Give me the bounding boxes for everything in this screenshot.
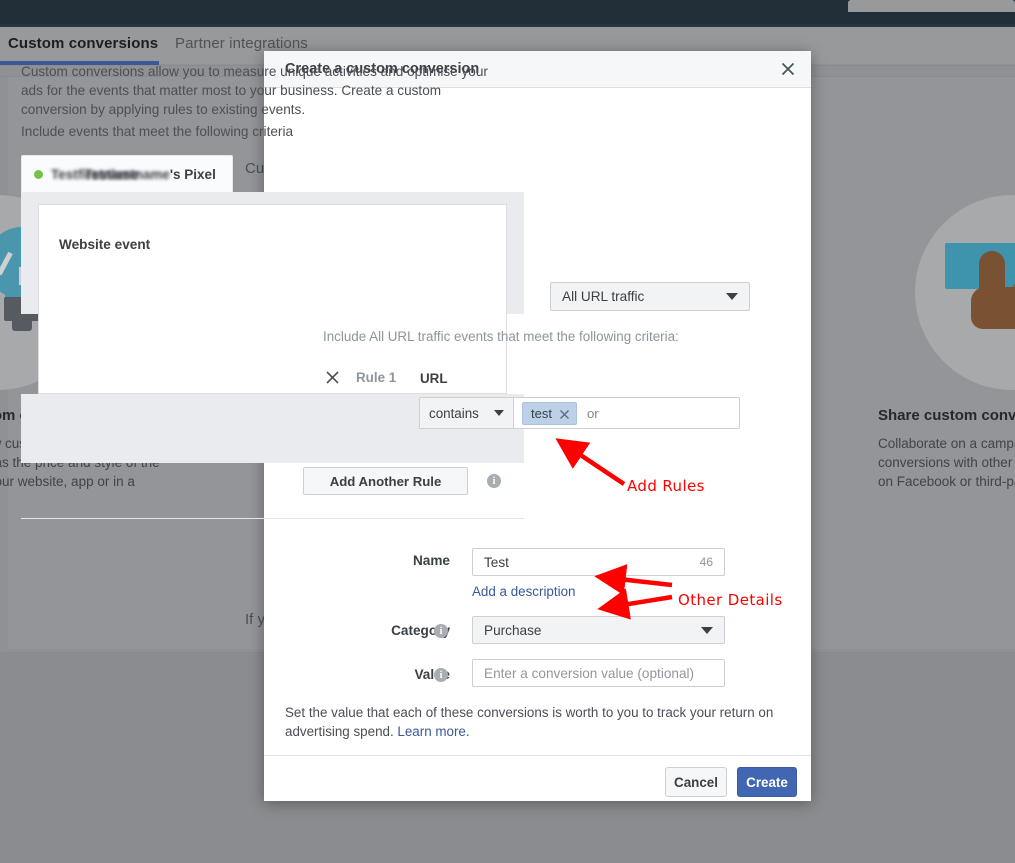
pixel-status-dot bbox=[34, 170, 43, 179]
name-char-counter: 46 bbox=[700, 555, 713, 569]
footer-divider bbox=[264, 755, 811, 756]
value-input-placeholder: Enter a conversion value (optional) bbox=[484, 666, 694, 681]
rule-values-input[interactable]: test or bbox=[514, 398, 739, 428]
rule-row: contains test or bbox=[419, 397, 740, 429]
value-help-text-body: Set the value that each of these convers… bbox=[285, 705, 773, 739]
name-input-value: Test bbox=[484, 555, 509, 570]
pixel-name-suffix: 's Pixel bbox=[170, 167, 216, 182]
cancel-button[interactable]: Cancel bbox=[665, 767, 727, 797]
close-icon[interactable] bbox=[778, 59, 798, 79]
pixel-tab-label: TestfirstnameTestlastname's Pixel bbox=[51, 167, 216, 182]
hand-finger bbox=[979, 251, 1005, 313]
info-icon[interactable]: i bbox=[434, 624, 448, 638]
event-card bbox=[38, 204, 507, 394]
rule-label: Rule 1 bbox=[356, 370, 396, 385]
lightbulb-tip bbox=[12, 319, 32, 331]
info-icon[interactable]: i bbox=[434, 668, 448, 682]
website-event-label: Website event bbox=[59, 237, 150, 252]
rule-field-label: URL bbox=[420, 371, 448, 386]
criteria-label: Include events that meet the following c… bbox=[21, 124, 293, 139]
promo-share bbox=[925, 215, 1015, 345]
website-event-select-value: All URL traffic bbox=[562, 289, 644, 304]
browser-top-bar bbox=[0, 0, 1015, 24]
category-field-label: Category bbox=[300, 623, 450, 638]
create-button[interactable]: Create bbox=[737, 767, 797, 797]
add-another-rule-button[interactable]: Add Another Rule bbox=[303, 467, 468, 495]
tab-custom-conversions[interactable]: Custom conversions bbox=[8, 35, 158, 52]
chevron-down-icon bbox=[494, 410, 504, 416]
promo-title-right: Share custom conve bbox=[878, 407, 1015, 424]
background-note-top: Cu bbox=[245, 160, 264, 177]
include-criteria-line: Include All URL traffic events that meet… bbox=[323, 329, 679, 344]
tab-partner-integrations[interactable]: Partner integrations bbox=[175, 35, 308, 52]
learn-more-link[interactable]: Learn more bbox=[397, 724, 465, 739]
category-select[interactable]: Purchase bbox=[472, 616, 725, 644]
value-help-text: Set the value that each of these convers… bbox=[285, 703, 790, 741]
info-icon[interactable]: i bbox=[487, 474, 501, 488]
background-note-bottom: If y bbox=[245, 611, 265, 628]
browser-tab-stub[interactable] bbox=[848, 0, 1015, 12]
section-divider bbox=[21, 518, 524, 519]
add-description-link[interactable]: Add a description bbox=[472, 584, 575, 599]
rule-or-text: or bbox=[587, 406, 599, 421]
name-input[interactable]: Test 46 bbox=[472, 548, 725, 576]
value-help-text-tail: . bbox=[466, 724, 470, 739]
name-field-label: Name bbox=[340, 553, 450, 568]
chevron-down-icon bbox=[726, 293, 738, 300]
remove-rule-icon[interactable] bbox=[324, 369, 341, 386]
rule-value-chip[interactable]: test bbox=[522, 402, 577, 425]
rule-operator-value: contains bbox=[429, 406, 479, 421]
pixel-name-part-b: Testlastname bbox=[85, 167, 170, 182]
category-select-value: Purchase bbox=[484, 623, 541, 638]
dialog-intro-text: Custom conversions allow you to measure … bbox=[21, 62, 508, 119]
close-icon[interactable] bbox=[559, 408, 570, 419]
promo-body-right: Collaborate on a campaig conversions wit… bbox=[878, 434, 1015, 491]
value-input[interactable]: Enter a conversion value (optional) bbox=[472, 659, 725, 687]
pixel-tab[interactable]: TestfirstnameTestlastname's Pixel bbox=[21, 155, 233, 192]
value-field-label: Value bbox=[300, 667, 450, 682]
rule-value-chip-label: test bbox=[531, 406, 552, 421]
website-event-select[interactable]: All URL traffic bbox=[550, 282, 750, 311]
rule-operator-select[interactable]: contains bbox=[420, 398, 514, 428]
chevron-down-icon bbox=[701, 627, 713, 634]
